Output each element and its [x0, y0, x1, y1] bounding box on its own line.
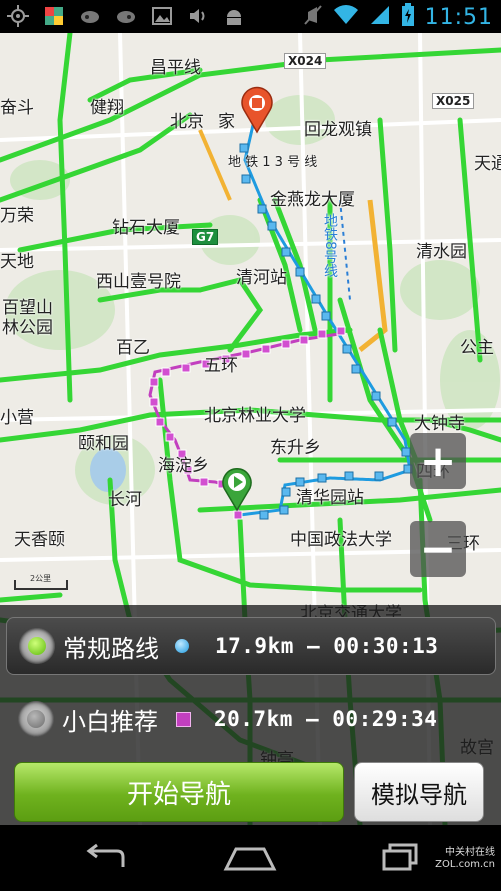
- game-icon: [78, 4, 102, 28]
- signal-icon: [369, 4, 391, 30]
- zoom-in-button[interactable]: +: [410, 433, 466, 489]
- map-label-baiyi: 百乙: [116, 338, 150, 358]
- map-label-fenguan: 奋斗: [0, 98, 34, 118]
- recent-apps-icon[interactable]: [370, 841, 430, 875]
- watermark: 中关村在线 ZOL.com.cn: [435, 847, 495, 871]
- route-stats-regular: 17.9km — 00:30:13: [215, 634, 439, 658]
- map-label-wanrong: 万荣: [0, 206, 34, 226]
- map-label-dongsheng: 东升乡: [270, 438, 321, 458]
- road-code-x025: X025: [432, 93, 475, 109]
- route-name-recommended: 小白推荐: [62, 707, 158, 736]
- radio-recommended[interactable]: [18, 701, 54, 737]
- radio-regular[interactable]: [19, 628, 55, 664]
- gps-icon: [6, 4, 30, 28]
- map-label-changguan: 长河: [108, 490, 142, 510]
- map-label-huilongguan: 回龙观镇: [304, 120, 372, 140]
- map-label-dazhong: 大钟寺: [414, 414, 465, 434]
- home-icon[interactable]: [220, 841, 280, 875]
- map-label-linpark: 林公园: [2, 318, 53, 338]
- back-icon[interactable]: [76, 841, 136, 875]
- map-label-beilin: 北京林业大学: [204, 406, 306, 426]
- game-icon-2: [114, 4, 138, 28]
- simulate-navigation-button[interactable]: 模拟导航: [354, 762, 484, 822]
- map-label-changping: 昌平线: [150, 58, 201, 78]
- map-label-qinghuayuan: 清华园站: [296, 488, 364, 508]
- map-label-tiandian: 天地: [0, 252, 34, 272]
- route-name-regular: 常规路线: [63, 634, 159, 663]
- map-label-jia: 家: [218, 112, 235, 132]
- map-label-beijing: 北京: [170, 112, 204, 132]
- map-label-ditie8: 地铁8号线: [322, 213, 338, 278]
- blue-dot-icon: [175, 639, 189, 653]
- map-label-qinghezhan: 清河站: [236, 268, 287, 288]
- purple-square-icon: [176, 711, 191, 727]
- volume-icon: [186, 4, 210, 28]
- map-label-tiantong: 天通: [474, 154, 501, 174]
- map-label-zhongguo: 中国政法大学: [290, 530, 392, 550]
- map-scale-label: 2公里: [30, 574, 52, 583]
- system-nav-bar: [0, 825, 501, 891]
- zoom-out-button[interactable]: −: [410, 521, 466, 577]
- route-option-recommended[interactable]: 小白推荐 20.7km — 00:29:34: [6, 691, 494, 747]
- map-label-jianxi: 健翔: [90, 98, 124, 118]
- map-label-xishanyi: 西山壹号院: [96, 272, 181, 292]
- watermark-line1: 中关村在线: [445, 847, 495, 858]
- map-label-zhuzhou: 钻石大厦: [112, 218, 180, 238]
- map-label-jinyanlong: 金燕龙大厦: [270, 190, 355, 210]
- wifi-icon: [333, 4, 359, 30]
- start-navigation-button[interactable]: 开始导航: [14, 762, 344, 822]
- android-icon: [222, 4, 246, 28]
- maps-icon: [42, 4, 66, 28]
- battery-icon: [401, 3, 415, 31]
- road-code-g7: G7: [192, 229, 219, 245]
- map-label-haidian: 海淀乡: [158, 456, 209, 476]
- map-label-yiheyuan: 颐和园: [78, 434, 129, 454]
- route-option-regular[interactable]: 常规路线 17.9km — 00:30:13: [6, 617, 496, 675]
- image-icon: [150, 4, 174, 28]
- route-stats-recommended: 20.7km — 00:29:34: [214, 707, 438, 731]
- mute-icon: [303, 4, 323, 30]
- map-label-tianxiang: 天香颐: [14, 530, 65, 550]
- status-bar: 11:51: [0, 0, 501, 33]
- map-label-gongzhu: 公主: [460, 338, 494, 358]
- road-code-x024: X024: [284, 53, 327, 69]
- map-label-wuhuan: 五环: [204, 356, 238, 376]
- map-label-xiaoyuanqu: 小营: [0, 408, 34, 428]
- watermark-line2: ZOL.com.cn: [435, 859, 495, 870]
- map-label-line13: 地 铁 1 3 号 线: [228, 155, 318, 170]
- clock: 11:51: [424, 4, 493, 30]
- map-label-qingshuiyuan: 清水园: [416, 242, 467, 262]
